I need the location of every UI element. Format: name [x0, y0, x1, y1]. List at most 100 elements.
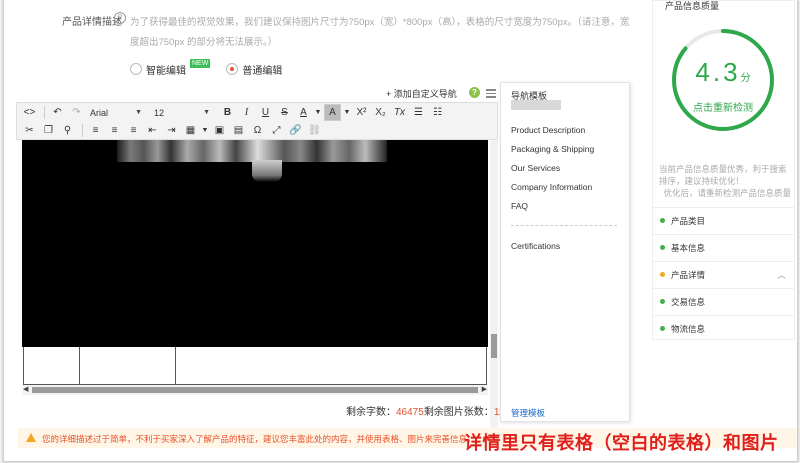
blurred-image-strip — [117, 140, 387, 162]
table-cell[interactable] — [176, 347, 486, 384]
align-center-icon[interactable]: ≡ — [106, 122, 123, 139]
italic-icon[interactable]: I — [238, 104, 255, 121]
unlink-icon[interactable]: ⛓ — [306, 122, 323, 139]
superscript-icon[interactable]: X² — [353, 104, 370, 121]
editor-toolbar: <> ↶ ↷ Arial ▼ 12 ▼ B I U S A ▼ A ▼ X² X₂ … — [16, 102, 498, 140]
template-item[interactable]: Certifications — [511, 241, 560, 251]
undo-icon[interactable]: ↶ — [49, 104, 66, 121]
bold-icon[interactable]: B — [219, 104, 236, 121]
category-item-logistics-info[interactable]: 物流信息 — [653, 315, 794, 342]
underline-icon[interactable]: U — [257, 104, 274, 121]
toolbar-row-1: <> ↶ ↷ Arial ▼ 12 ▼ B I U S A ▼ A ▼ X² X₂ … — [21, 104, 448, 121]
score-unit: 分 — [740, 73, 751, 84]
font-family-select[interactable]: Arial ▼ — [87, 105, 145, 120]
category-item-trade-info[interactable]: 交易信息 — [653, 288, 794, 315]
blurred-image-detail — [252, 160, 282, 182]
smart-edit-radio[interactable] — [130, 63, 142, 75]
divider — [44, 106, 45, 119]
help-icon[interactable]: ? — [114, 12, 126, 24]
category-label: 产品类目 — [671, 216, 706, 226]
smart-edit-label[interactable]: 智能编辑 — [146, 62, 186, 77]
strikethrough-icon[interactable]: S — [276, 104, 293, 121]
binoculars-icon[interactable]: ⚲ — [59, 122, 76, 139]
scrollbar-thumb[interactable] — [32, 387, 478, 393]
warning-text: 您的详细描述过于简单，不利于买家深入了解产品的特征，建议您丰富此处的内容，并使用… — [42, 434, 476, 444]
arrow-left-icon[interactable]: ◀ — [23, 385, 28, 393]
template-item[interactable]: Our Services — [511, 163, 560, 173]
quality-desc-line: 当前产品信息质量优秀，利于搜索排序，建议持续优化！ — [659, 164, 787, 186]
normal-edit-radio[interactable] — [226, 63, 239, 75]
indent-decrease-icon[interactable]: ⇤ — [144, 122, 161, 139]
highlight-color-icon[interactable]: A — [324, 104, 341, 121]
category-label: 交易信息 — [671, 297, 706, 307]
table-cell[interactable] — [24, 347, 80, 384]
template-item[interactable]: FAQ — [511, 201, 528, 211]
empty-table[interactable] — [23, 347, 487, 385]
table-icon[interactable]: ▦ — [182, 122, 199, 139]
redo-icon[interactable]: ↷ — [68, 104, 85, 121]
numbered-list-icon[interactable]: ☷ — [429, 104, 446, 121]
editor-nav-bar: + 添加自定义导航 ? — [16, 82, 498, 102]
font-size-select[interactable]: 12 ▼ — [151, 105, 213, 120]
recheck-button[interactable]: 点击重新检测 — [670, 99, 776, 114]
chars-left-value: 46475 — [396, 407, 424, 418]
normal-edit-label[interactable]: 普通编辑 — [242, 62, 282, 77]
status-dot — [660, 218, 665, 223]
link-icon[interactable]: 🔗 — [287, 122, 304, 139]
chevron-down-icon[interactable]: ▼ — [343, 104, 351, 121]
source-code-icon[interactable]: <> — [21, 104, 38, 121]
indent-increase-icon[interactable]: ⇥ — [163, 122, 180, 139]
font-family-value: Arial — [90, 107, 109, 118]
template-item[interactable]: Company Information — [511, 182, 592, 192]
font-size-value: 12 — [154, 107, 165, 118]
category-item-basic-info[interactable]: 基本信息 — [653, 234, 794, 261]
status-dot — [660, 326, 665, 331]
menu-icon[interactable] — [486, 89, 496, 100]
scrollbar-thumb[interactable] — [491, 334, 497, 358]
chevron-down-icon[interactable]: ▼ — [314, 104, 322, 121]
score-value: 4.3 — [695, 57, 741, 87]
category-item-product-category[interactable]: 产品类目 — [653, 207, 794, 234]
image-size-hint: 为了获得最佳的视觉效果，我们建议保持图片尺寸为750px（宽）*800px（高）… — [130, 17, 630, 48]
image-frame-icon[interactable]: ▤ — [230, 122, 247, 139]
align-left-icon[interactable]: ≡ — [87, 122, 104, 139]
status-dot — [660, 272, 665, 277]
page-frame: 产品详情描述 ? 为了获得最佳的视觉效果，我们建议保持图片尺寸为750px（宽）… — [3, 0, 798, 462]
warning-icon — [26, 433, 36, 442]
category-item-product-details[interactable]: 产品详情 ︿ — [653, 261, 794, 288]
bullet-list-icon[interactable]: ☰ — [410, 104, 427, 121]
manage-templates-link[interactable]: 管理模板 — [511, 407, 545, 419]
nav-template-panel: 导航模板 Product Description Packaging & Shi… — [500, 82, 630, 422]
divider — [82, 124, 83, 137]
subscript-icon[interactable]: X₂ — [372, 104, 389, 121]
field-label: 产品详情描述 — [62, 17, 122, 28]
chevron-down-icon[interactable]: ▼ — [201, 122, 209, 139]
chevron-down-icon: ▼ — [203, 109, 210, 116]
blurred-template-name — [511, 100, 561, 110]
chevron-up-icon[interactable]: ︿ — [777, 262, 786, 288]
vertical-scrollbar[interactable] — [490, 140, 498, 430]
quality-panel: 产品信息质量 4.3分 点击重新检测 当前产品信息质量优秀，利于搜索排序，建议持… — [652, 0, 795, 340]
arrow-right-icon[interactable]: ▶ — [482, 385, 487, 393]
horizontal-scrollbar[interactable]: ◀ ▶ — [22, 385, 488, 395]
add-custom-nav-link[interactable]: + 添加自定义导航 — [386, 87, 457, 100]
status-dot — [660, 299, 665, 304]
chevron-down-icon: ▼ — [135, 109, 142, 116]
font-color-icon[interactable]: A — [295, 104, 312, 121]
clear-format-icon[interactable]: Tx — [391, 104, 408, 121]
editor-mode-group: 智能编辑 NEW 普通编辑 — [130, 58, 286, 77]
divider — [511, 225, 617, 226]
help-icon[interactable]: ? — [469, 87, 480, 98]
annotation-text: 详情里只有表格（空白的表格）和图片 — [464, 433, 779, 453]
template-item[interactable]: Packaging & Shipping — [511, 144, 594, 154]
table-cell[interactable] — [80, 347, 176, 384]
chars-left-label: 剩余字数： — [346, 407, 396, 418]
align-right-icon[interactable]: ≡ — [125, 122, 142, 139]
omega-icon[interactable]: Ω — [249, 122, 266, 139]
insert-image-icon[interactable]: ▣ — [211, 122, 228, 139]
fullscreen-icon[interactable]: ⤢ — [268, 122, 285, 139]
cut-icon[interactable]: ✂ — [21, 122, 38, 139]
toolbar-row-2: ✂ ❐ ⚲ ≡ ≡ ≡ ⇤ ⇥ ▦ ▼ ▣ ▤ Ω ⤢ 🔗 ⛓ — [21, 122, 325, 139]
template-item[interactable]: Product Description — [511, 125, 585, 135]
copy-icon[interactable]: ❐ — [40, 122, 57, 139]
